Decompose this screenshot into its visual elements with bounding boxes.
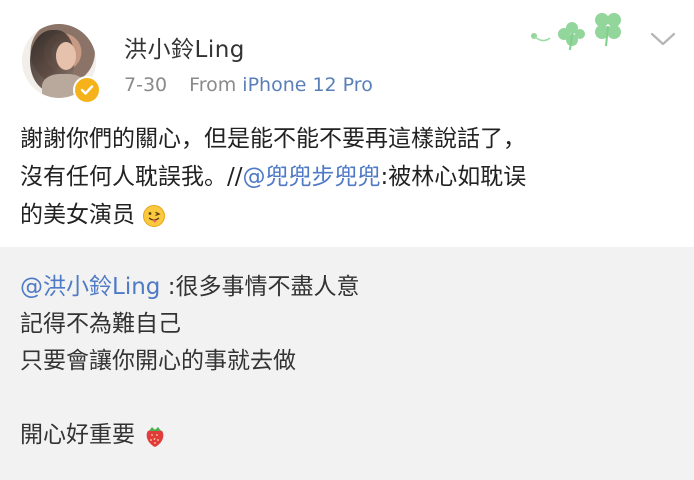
username[interactable]: 洪小鈴Ling: [124, 30, 245, 64]
post-line-3-text: 的美女演员: [20, 202, 135, 228]
repost-box[interactable]: @洪小鈴Ling :很多事情不盡人意 記得不為難自己 只要會讓你開心的事就去做 …: [0, 247, 694, 480]
verified-badge-icon: [73, 76, 101, 104]
strawberry-emoji: [146, 426, 164, 447]
avatar-face: [56, 42, 76, 70]
repost-line-1-rest: :很多事情不盡人意: [160, 274, 360, 300]
repost-mention-link[interactable]: @洪小鈴Ling: [20, 274, 160, 300]
post-line-2-text: 沒有任何人耽誤我。//: [20, 164, 243, 190]
post-line-1: 謝謝你們的關心，但是能不能不要再這樣說話了，: [20, 126, 526, 152]
weibo-post-card: 洪小鈴Ling 7-30 From iPhone 12 Pro 謝謝你們的關心，…: [0, 0, 694, 247]
post-time: 7-30: [124, 74, 168, 96]
post-line-3: 的美女演员: [20, 196, 680, 234]
chevron-down-icon[interactable]: [648, 28, 678, 50]
repost-line-2: 記得不為難自己: [20, 311, 181, 337]
repost-line-5-text: 開心好重要: [20, 422, 135, 448]
tongue-out-emoji: [143, 204, 166, 227]
repost-line-1: @洪小鈴Ling :很多事情不盡人意: [20, 269, 680, 306]
source-device-link[interactable]: iPhone 12 Pro: [242, 74, 373, 96]
clover-icon: [531, 13, 621, 51]
mention-link[interactable]: @兜兜步兜兜: [243, 164, 381, 190]
post-line-2-rest: :被林心如耽误: [380, 164, 527, 190]
repost-blank-line: [20, 380, 680, 417]
repost-body: @洪小鈴Ling :很多事情不盡人意 記得不為難自己 只要會讓你開心的事就去做 …: [20, 269, 680, 454]
source-prefix: From: [189, 74, 237, 96]
repost-line-5: 開心好重要: [20, 417, 680, 454]
post-body: 謝謝你們的關心，但是能不能不要再這樣說話了， 沒有任何人耽誤我。//@兜兜步兜兜…: [20, 120, 680, 234]
post-line-2: 沒有任何人耽誤我。//@兜兜步兜兜:被林心如耽误: [20, 158, 680, 196]
repost-line-3: 只要會讓你開心的事就去做: [20, 348, 296, 374]
post-meta: 7-30 From iPhone 12 Pro: [124, 74, 373, 96]
